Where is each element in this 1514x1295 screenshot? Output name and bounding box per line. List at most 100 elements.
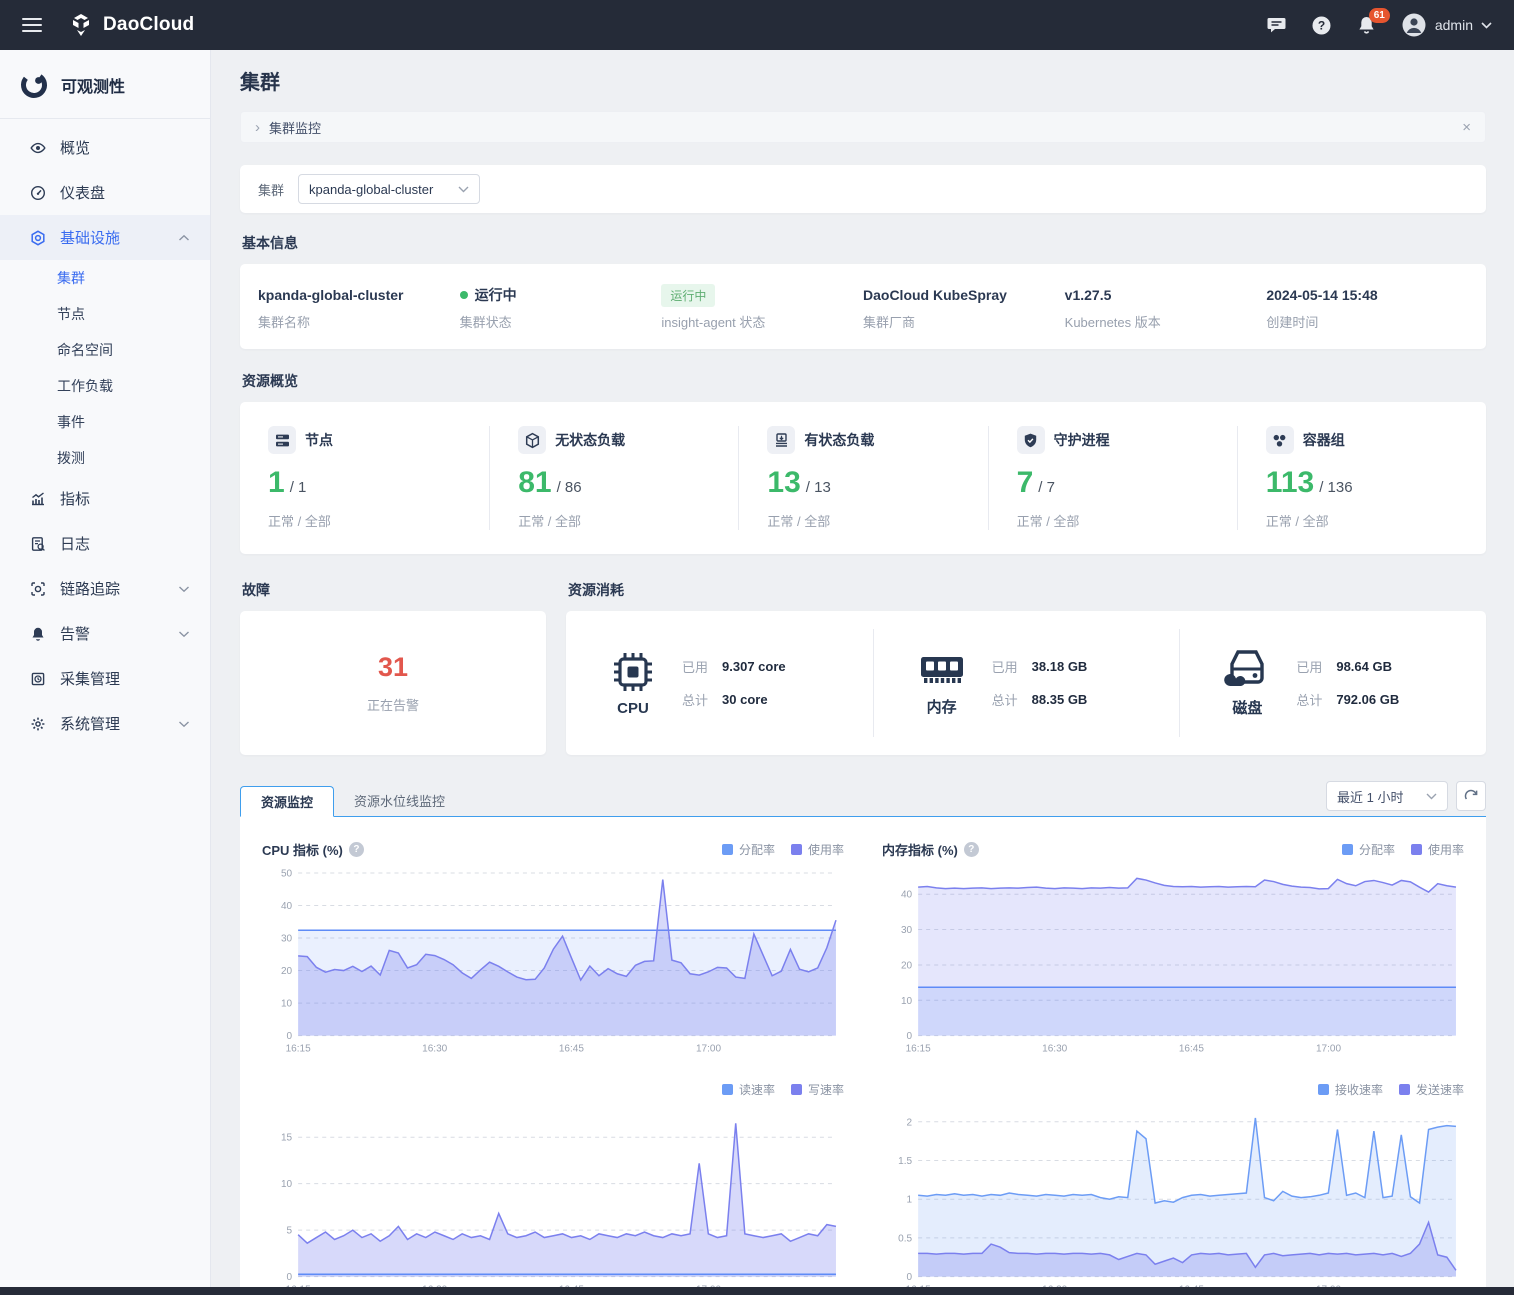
chevron-down-icon[interactable] — [178, 720, 190, 728]
sidebar-item-metrics[interactable]: 指标 — [0, 476, 210, 521]
svg-text:20: 20 — [901, 960, 913, 971]
overview-sub-label: 正常 / 全部 — [1266, 511, 1486, 530]
status-badge: 运行中 — [661, 284, 715, 307]
overview-sub-label: 正常 / 全部 — [268, 511, 489, 530]
notifications-bell-icon[interactable]: 61 — [1356, 15, 1377, 36]
svg-text:40: 40 — [281, 901, 293, 912]
chart-title: CPU 指标 (%) — [262, 840, 343, 859]
shield-check-icon — [1017, 426, 1045, 454]
hamburger-menu-icon[interactable] — [22, 18, 42, 32]
field-agent-status: 运行中 insight-agent 状态 — [661, 284, 863, 331]
chevron-right-icon[interactable]: › — [255, 119, 260, 136]
sidebar-item-tracing[interactable]: 链路追踪 — [0, 566, 210, 611]
brand-name: DaoCloud — [103, 14, 194, 36]
breadcrumb: › 集群监控 × — [240, 111, 1486, 143]
svg-text:0: 0 — [907, 1272, 913, 1283]
time-range-value: 最近 1 小时 — [1337, 787, 1403, 806]
memory-metrics-chart: 内存指标 (%)? 分配率使用率 01020304016:1516:3016:4… — [882, 837, 1464, 1058]
sidebar-subitem-probes[interactable]: 拨测 — [0, 440, 210, 476]
created-at-value: 2024-05-14 15:48 — [1266, 284, 1468, 306]
gear-icon — [30, 716, 46, 732]
tab-resource-monitoring[interactable]: 资源监控 — [240, 786, 334, 817]
cluster-select[interactable]: kpanda-global-cluster — [298, 174, 480, 204]
legend-item[interactable]: 发送速率 — [1399, 1081, 1464, 1098]
sidebar-subitem-workloads[interactable]: 工作负载 — [0, 368, 210, 404]
legend-item[interactable]: 分配率 — [722, 841, 775, 858]
time-range-select[interactable]: 最近 1 小时 — [1326, 781, 1448, 811]
chart-legend: 读速率写速率 — [722, 1081, 844, 1098]
sidebar: 可观测性 概览 仪表盘 基础设施 集群 节点 命名空间 工作负载 事件 拨测 指… — [0, 50, 211, 1295]
legend-item[interactable]: 写速率 — [791, 1081, 844, 1098]
svg-text:0: 0 — [287, 1272, 293, 1283]
total-value: 30 core — [722, 692, 768, 707]
chevron-down-icon — [458, 186, 469, 193]
chart-legend: 分配率使用率 — [1342, 841, 1464, 858]
sidebar-item-system[interactable]: 系统管理 — [0, 701, 210, 746]
svg-text:16:45: 16:45 — [1179, 1044, 1204, 1055]
username: admin — [1435, 17, 1473, 33]
legend-item[interactable]: 读速率 — [722, 1081, 775, 1098]
help-icon[interactable]: ? — [1311, 15, 1332, 36]
sidebar-item-overview[interactable]: 概览 — [0, 125, 210, 170]
close-icon[interactable]: × — [1462, 119, 1471, 136]
svg-text:30: 30 — [901, 925, 913, 936]
legend-item[interactable]: 使用率 — [791, 841, 844, 858]
subitem-label: 节点 — [57, 304, 85, 324]
cpu-metrics-chart: CPU 指标 (%)? 分配率使用率 0102030405016:1516:30… — [262, 837, 844, 1058]
sidebar-item-label: 基础设施 — [60, 227, 164, 248]
agent-status-label: insight-agent 状态 — [661, 312, 863, 331]
help-icon[interactable]: ? — [349, 842, 364, 857]
sidebar-item-label: 系统管理 — [60, 713, 164, 734]
consumption-cpu: CPU 已用9.307 core 总计30 core — [566, 629, 873, 737]
svg-text:16:15: 16:15 — [286, 1044, 311, 1055]
overview-total-count: / 86 — [557, 479, 582, 496]
chevron-down-icon — [1426, 793, 1437, 800]
sidebar-subitem-nodes[interactable]: 节点 — [0, 296, 210, 332]
chevron-up-icon[interactable] — [178, 234, 190, 242]
overview-sub-label: 正常 / 全部 — [518, 511, 738, 530]
chevron-down-icon[interactable] — [178, 630, 190, 638]
chevron-down-icon[interactable] — [178, 585, 190, 593]
refresh-button[interactable] — [1456, 781, 1486, 811]
memory-ram-icon — [918, 649, 966, 691]
chart-plot: 01020304016:1516:3016:4517:00 — [882, 865, 1464, 1058]
stack-download-icon — [767, 426, 795, 454]
legend-item[interactable]: 分配率 — [1342, 841, 1395, 858]
sidebar-subitem-namespaces[interactable]: 命名空间 — [0, 332, 210, 368]
sidebar-item-logs[interactable]: 日志 — [0, 521, 210, 566]
user-menu[interactable]: admin — [1401, 12, 1492, 38]
faults-card: 31 正在告警 — [240, 611, 546, 755]
sidebar-item-label: 告警 — [60, 623, 164, 644]
field-created-at: 2024-05-14 15:48 创建时间 — [1266, 284, 1468, 331]
server-icon — [268, 426, 296, 454]
overview-normal-count: 113 — [1266, 468, 1314, 498]
vendor-label: 集群厂商 — [863, 312, 1065, 331]
overview-sub-label: 正常 / 全部 — [767, 511, 987, 530]
field-cluster-name: kpanda-global-cluster 集群名称 — [258, 284, 460, 331]
sidebar-item-dashboards[interactable]: 仪表盘 — [0, 170, 210, 215]
sidebar-subitem-events[interactable]: 事件 — [0, 404, 210, 440]
help-icon[interactable]: ? — [964, 842, 979, 857]
consumption-label: CPU — [617, 700, 649, 717]
sidebar-subitem-clusters[interactable]: 集群 — [0, 260, 210, 296]
bell-icon — [30, 626, 46, 642]
disk-rate-chart: 读速率写速率 05101516:1516:3016:4517:00 — [262, 1078, 844, 1295]
field-k8s-version: v1.27.5 Kubernetes 版本 — [1065, 284, 1267, 331]
svg-text:1.5: 1.5 — [898, 1156, 912, 1167]
legend-item[interactable]: 使用率 — [1411, 841, 1464, 858]
sidebar-item-collection[interactable]: 采集管理 — [0, 656, 210, 701]
sidebar-item-alerts[interactable]: 告警 — [0, 611, 210, 656]
brand[interactable]: DaoCloud — [68, 12, 194, 38]
subitem-label: 集群 — [57, 268, 85, 288]
legend-item[interactable]: 接收速率 — [1318, 1081, 1383, 1098]
notification-badge: 61 — [1369, 8, 1390, 23]
total-value: 792.06 GB — [1336, 692, 1399, 707]
log-search-icon — [30, 536, 46, 552]
chat-icon[interactable] — [1266, 15, 1287, 35]
total-value: 88.35 GB — [1032, 692, 1088, 707]
chart-plot: 00.511.5216:1516:3016:4517:00 — [882, 1106, 1464, 1295]
tab-watermark-monitoring[interactable]: 资源水位线监控 — [334, 785, 465, 816]
svg-text:2: 2 — [907, 1117, 913, 1128]
sidebar-item-infrastructure[interactable]: 基础设施 — [0, 215, 210, 260]
chart-plot: 05101516:1516:3016:4517:00 — [262, 1106, 844, 1295]
